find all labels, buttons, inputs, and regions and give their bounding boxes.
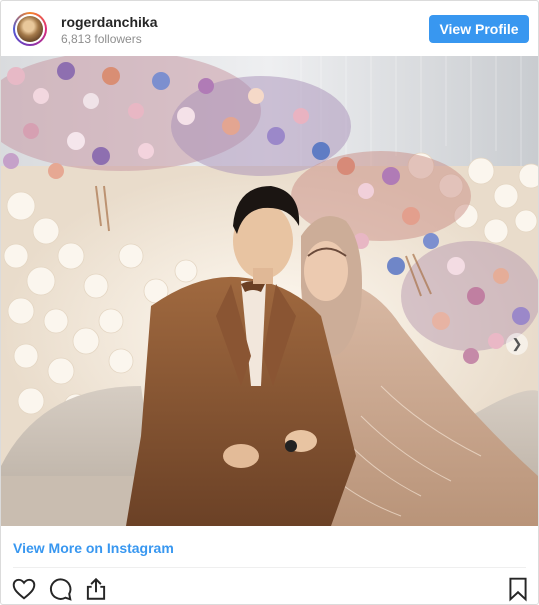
divider: [13, 567, 526, 568]
username[interactable]: rogerdanchika: [61, 14, 157, 30]
profile-avatar[interactable]: [13, 12, 47, 46]
post-photo[interactable]: ❯: [1, 56, 538, 526]
share-icon[interactable]: [83, 576, 109, 602]
wedding-photo-illustration: [1, 56, 538, 526]
heart-icon[interactable]: [11, 576, 37, 602]
bookmark-icon[interactable]: [505, 576, 531, 602]
view-more-link[interactable]: View More on Instagram: [13, 540, 174, 556]
avatar-image: [17, 16, 43, 42]
chevron-right-icon[interactable]: ❯: [506, 333, 528, 355]
follower-count: 6,813 followers: [61, 32, 142, 46]
instagram-embed-card: rogerdanchika 6,813 followers View Profi…: [0, 0, 539, 605]
post-header: rogerdanchika 6,813 followers View Profi…: [1, 1, 538, 56]
comment-icon[interactable]: [47, 576, 73, 602]
post-actions: [1, 573, 538, 604]
view-profile-button[interactable]: View Profile: [429, 15, 529, 43]
